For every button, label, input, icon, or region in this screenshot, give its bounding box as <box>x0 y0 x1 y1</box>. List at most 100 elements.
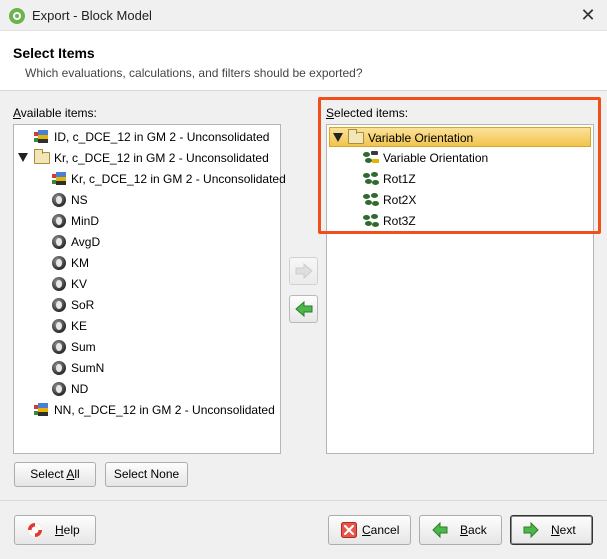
select-all-label-pre: Select <box>30 467 67 481</box>
tree-item-label: MinD <box>71 214 100 228</box>
selected-items-list[interactable]: Variable Orientation Variable Orientatio… <box>326 124 594 454</box>
available-items-label-access: A <box>13 106 21 120</box>
calculation-icon <box>52 235 66 249</box>
calculation-icon <box>52 298 66 312</box>
calculation-icon <box>52 277 66 291</box>
close-icon[interactable]: ✕ <box>577 5 599 25</box>
tree-item-label: ND <box>71 382 89 396</box>
add-item-button[interactable] <box>289 257 318 285</box>
cancel-label-access: C <box>362 523 371 537</box>
select-all-label-post: ll <box>74 467 80 481</box>
tree-item-rot2x[interactable]: Rot2X <box>327 190 593 210</box>
dialog-header: Select Items Which evaluations, calculat… <box>0 31 607 91</box>
calculation-icon <box>52 382 66 396</box>
available-items-label-rest: vailable items: <box>20 106 97 120</box>
page-title: Select Items <box>13 45 95 61</box>
tree-item-label: Rot3Z <box>383 214 416 228</box>
tree-item-kr[interactable]: Kr, c_DCE_12 in GM 2 - Unconsolidated <box>14 169 286 189</box>
remove-item-button[interactable] <box>289 295 318 323</box>
arrow-right-icon <box>295 263 313 279</box>
available-items-list[interactable]: ID, c_DCE_12 in GM 2 - Unconsolidated Kr… <box>13 124 286 454</box>
tree-item-label: KV <box>71 277 88 291</box>
select-all-button[interactable]: Select All <box>14 462 96 487</box>
tree-item-kr-folder[interactable]: Kr, c_DCE_12 in GM 2 - Unconsolidated <box>14 148 280 168</box>
back-label-access: B <box>460 523 469 537</box>
help-button[interactable]: Help <box>14 515 96 545</box>
back-label-rest: ack <box>468 523 487 537</box>
back-button[interactable]: Back <box>419 515 502 545</box>
tree-item-label: Rot2X <box>383 193 417 207</box>
tree-item-label: NS <box>71 193 88 207</box>
window-title: Export - Block Model <box>32 8 152 23</box>
arrow-left-icon <box>295 301 313 317</box>
tree-item-ke[interactable]: KE <box>14 316 280 336</box>
tree-item-variable-orientation[interactable]: Variable Orientation <box>327 148 593 168</box>
cancel-label-rest: ancel <box>370 523 400 537</box>
tree-item-nd[interactable]: ND <box>14 379 280 399</box>
tree-item-label: NN, c_DCE_12 in GM 2 - Unconsolidated <box>54 403 275 417</box>
tree-item-id[interactable]: ID, c_DCE_12 in GM 2 - Unconsolidated <box>14 127 280 147</box>
cancel-button[interactable]: Cancel <box>328 515 411 545</box>
tree-item-label: KM <box>71 256 89 270</box>
tree-item-label: SumN <box>71 361 105 375</box>
tree-item-rot1z[interactable]: Rot1Z <box>327 169 593 189</box>
tree-item-sumn[interactable]: SumN <box>14 358 280 378</box>
folder-icon <box>348 129 364 144</box>
variable-orientation-icon <box>363 193 379 207</box>
select-none-button[interactable]: Select None <box>105 462 188 487</box>
selected-items-label-access: S <box>326 106 335 120</box>
tree-item-label: ID, c_DCE_12 in GM 2 - Unconsolidated <box>54 130 270 144</box>
selected-items-label: Selected items: <box>326 106 408 120</box>
tree-item-label: AvgD <box>71 235 101 249</box>
arrow-left-icon <box>432 522 448 538</box>
tree-item-sum[interactable]: Sum <box>14 337 280 357</box>
lifebuoy-icon <box>28 523 42 537</box>
cancel-icon <box>341 522 357 538</box>
calculation-icon <box>52 193 66 207</box>
tree-item-label: Kr, c_DCE_12 in GM 2 - Unconsolidated <box>54 151 269 165</box>
app-logo-icon <box>9 8 25 24</box>
footer-divider <box>0 500 607 501</box>
tree-item-label: SoR <box>71 298 95 312</box>
tree-item-nn[interactable]: NN, c_DCE_12 in GM 2 - Unconsolidated <box>14 400 280 420</box>
next-label-access: N <box>551 523 560 537</box>
variable-orientation-icon <box>363 172 379 186</box>
tree-item-sor[interactable]: SoR <box>14 295 280 315</box>
tree-item-variable-orientation-folder[interactable]: Variable Orientation <box>329 127 591 147</box>
folder-icon <box>34 149 50 164</box>
tree-item-rot3z[interactable]: Rot3Z <box>327 211 593 231</box>
selected-items-label-rest: elected items: <box>334 106 409 120</box>
page-subtitle: Which evaluations, calculations, and fil… <box>25 66 363 80</box>
help-label-access: H <box>55 523 64 537</box>
expand-triangle-icon[interactable] <box>18 153 28 162</box>
select-none-label: Select None <box>113 467 180 481</box>
calculation-icon <box>52 319 66 333</box>
calculation-icon <box>52 214 66 228</box>
tree-item-label: KE <box>71 319 88 333</box>
tree-item-km[interactable]: KM <box>14 253 280 273</box>
evaluation-icon <box>34 130 48 144</box>
arrow-right-icon <box>523 522 539 538</box>
tree-item-label: Sum <box>71 340 96 354</box>
tree-item-label: Rot1Z <box>383 172 416 186</box>
help-label-rest: elp <box>63 523 80 537</box>
tree-item-avgd[interactable]: AvgD <box>14 232 280 252</box>
evaluation-icon <box>34 403 48 417</box>
tree-item-label: Kr, c_DCE_12 in GM 2 - Unconsolidated <box>71 172 286 186</box>
tree-item-mind[interactable]: MinD <box>14 211 280 231</box>
next-button[interactable]: Next <box>510 515 593 545</box>
variable-orientation-icon <box>363 151 379 165</box>
tree-item-kv[interactable]: KV <box>14 274 280 294</box>
variable-orientation-icon <box>363 214 379 228</box>
calculation-icon <box>52 361 66 375</box>
tree-item-ns[interactable]: NS <box>14 190 280 210</box>
tree-item-label: Variable Orientation <box>383 151 489 165</box>
calculation-icon <box>52 340 66 354</box>
expand-triangle-icon[interactable] <box>333 133 343 142</box>
calculation-icon <box>52 256 66 270</box>
title-bar: Export - Block Model ✕ <box>0 0 607 31</box>
tree-item-label: Variable Orientation <box>368 131 474 145</box>
next-label-rest: ext <box>559 523 576 537</box>
evaluation-icon <box>52 172 66 186</box>
available-items-label: Available items: <box>13 106 97 120</box>
